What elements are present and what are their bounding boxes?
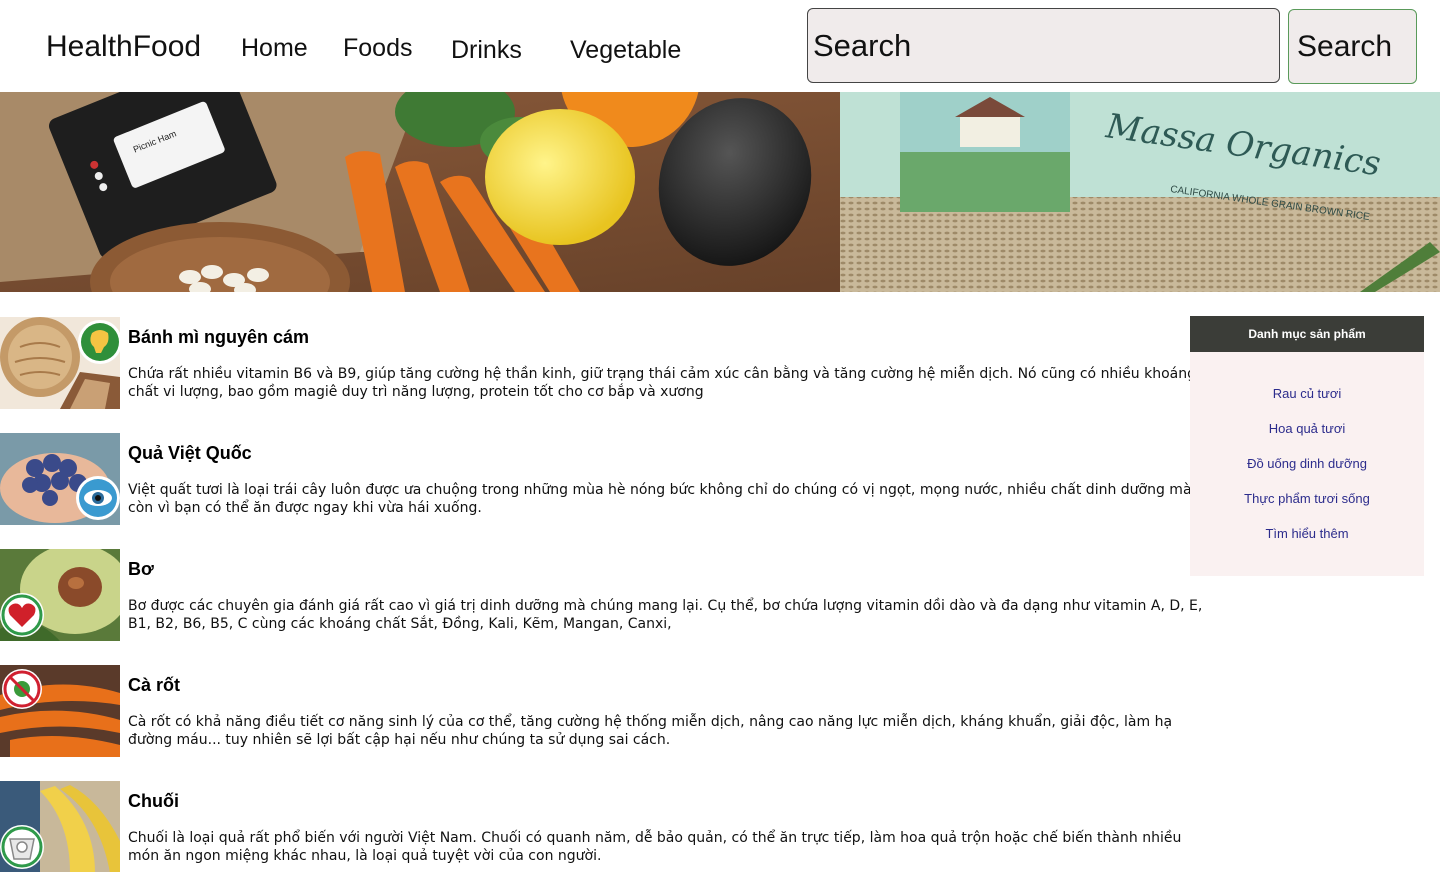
article-description: Việt quất tươi là loại trái cây luôn đượ… [128,482,1192,516]
nav-drinks[interactable]: Drinks [451,36,522,65]
article-title[interactable]: Cà rốt [128,675,180,696]
article-thumbnail[interactable] [0,433,120,525]
sidebar-link-learn-more[interactable]: Tìm hiểu thêm [1190,526,1424,541]
blueberry-image [0,433,120,525]
article-description: Chứa rất nhiều vitamin B6 và B9, giúp tă… [128,366,1197,400]
article-description: Bơ được các chuyên gia đánh giá rất cao … [128,598,1203,632]
avocado-image [0,549,120,641]
article-thumbnail[interactable] [0,781,120,872]
nav-home[interactable]: Home [241,34,308,63]
article-item[interactable]: Bánh mì nguyên cám Chứa rất nhiều vitami… [0,317,1210,409]
sidebar-link-nutrition-drinks[interactable]: Đồ uống dinh dưỡng [1190,456,1424,471]
article-description: Chuối là loại quả rất phổ biến với người… [128,830,1182,864]
bread-image [0,317,120,409]
nav-foods[interactable]: Foods [343,34,412,63]
eye-icon [84,490,112,506]
article-title[interactable]: Bánh mì nguyên cám [128,327,309,348]
sidebar-link-fresh-vegetables[interactable]: Rau củ tươi [1190,386,1424,401]
header: HealthFood Home Foods Drinks Vegetable S… [0,0,1440,92]
hero-banner: Picnic Ham Massa Organics CALIFORNIA WHO… [0,92,1440,292]
article-title[interactable]: Quả Việt Quốc [128,443,252,464]
scale-icon [1,826,43,868]
category-sidebar: Danh mục sản phẩm Rau củ tươi Hoa quả tư… [1190,316,1424,576]
carrot-image [0,665,120,757]
article-title[interactable]: Chuối [128,791,179,812]
sidebar-link-fresh-food[interactable]: Thực phẩm tươi sống [1190,491,1424,506]
article-title[interactable]: Bơ [128,559,154,580]
article-item[interactable]: Cà rốt Cà rốt có khả năng điều tiết cơ n… [0,665,1210,757]
search-button[interactable]: Search [1288,9,1417,84]
banana-image [0,781,120,872]
article-thumbnail[interactable] [0,549,120,641]
nav-vegetable[interactable]: Vegetable [570,36,681,65]
sidebar-title: Danh mục sản phẩm [1190,316,1424,352]
search-input[interactable] [807,8,1280,83]
banner-image: Picnic Ham Massa Organics CALIFORNIA WHO… [0,92,1440,292]
article-item[interactable]: Quả Việt Quốc Việt quất tươi là loại trá… [0,433,1210,525]
brand-logo[interactable]: HealthFood [46,30,201,64]
article-thumbnail[interactable] [0,317,120,409]
article-description: Cà rốt có khả năng điều tiết cơ năng sin… [128,714,1173,748]
article-item[interactable]: Chuối Chuối là loại quả rất phổ biến với… [0,781,1210,872]
article-thumbnail[interactable] [0,665,120,757]
no-virus-icon [3,670,41,708]
sidebar-link-fresh-fruits[interactable]: Hoa quả tươi [1190,421,1424,436]
article-item[interactable]: Bơ Bơ được các chuyên gia đánh giá rất c… [0,549,1210,641]
